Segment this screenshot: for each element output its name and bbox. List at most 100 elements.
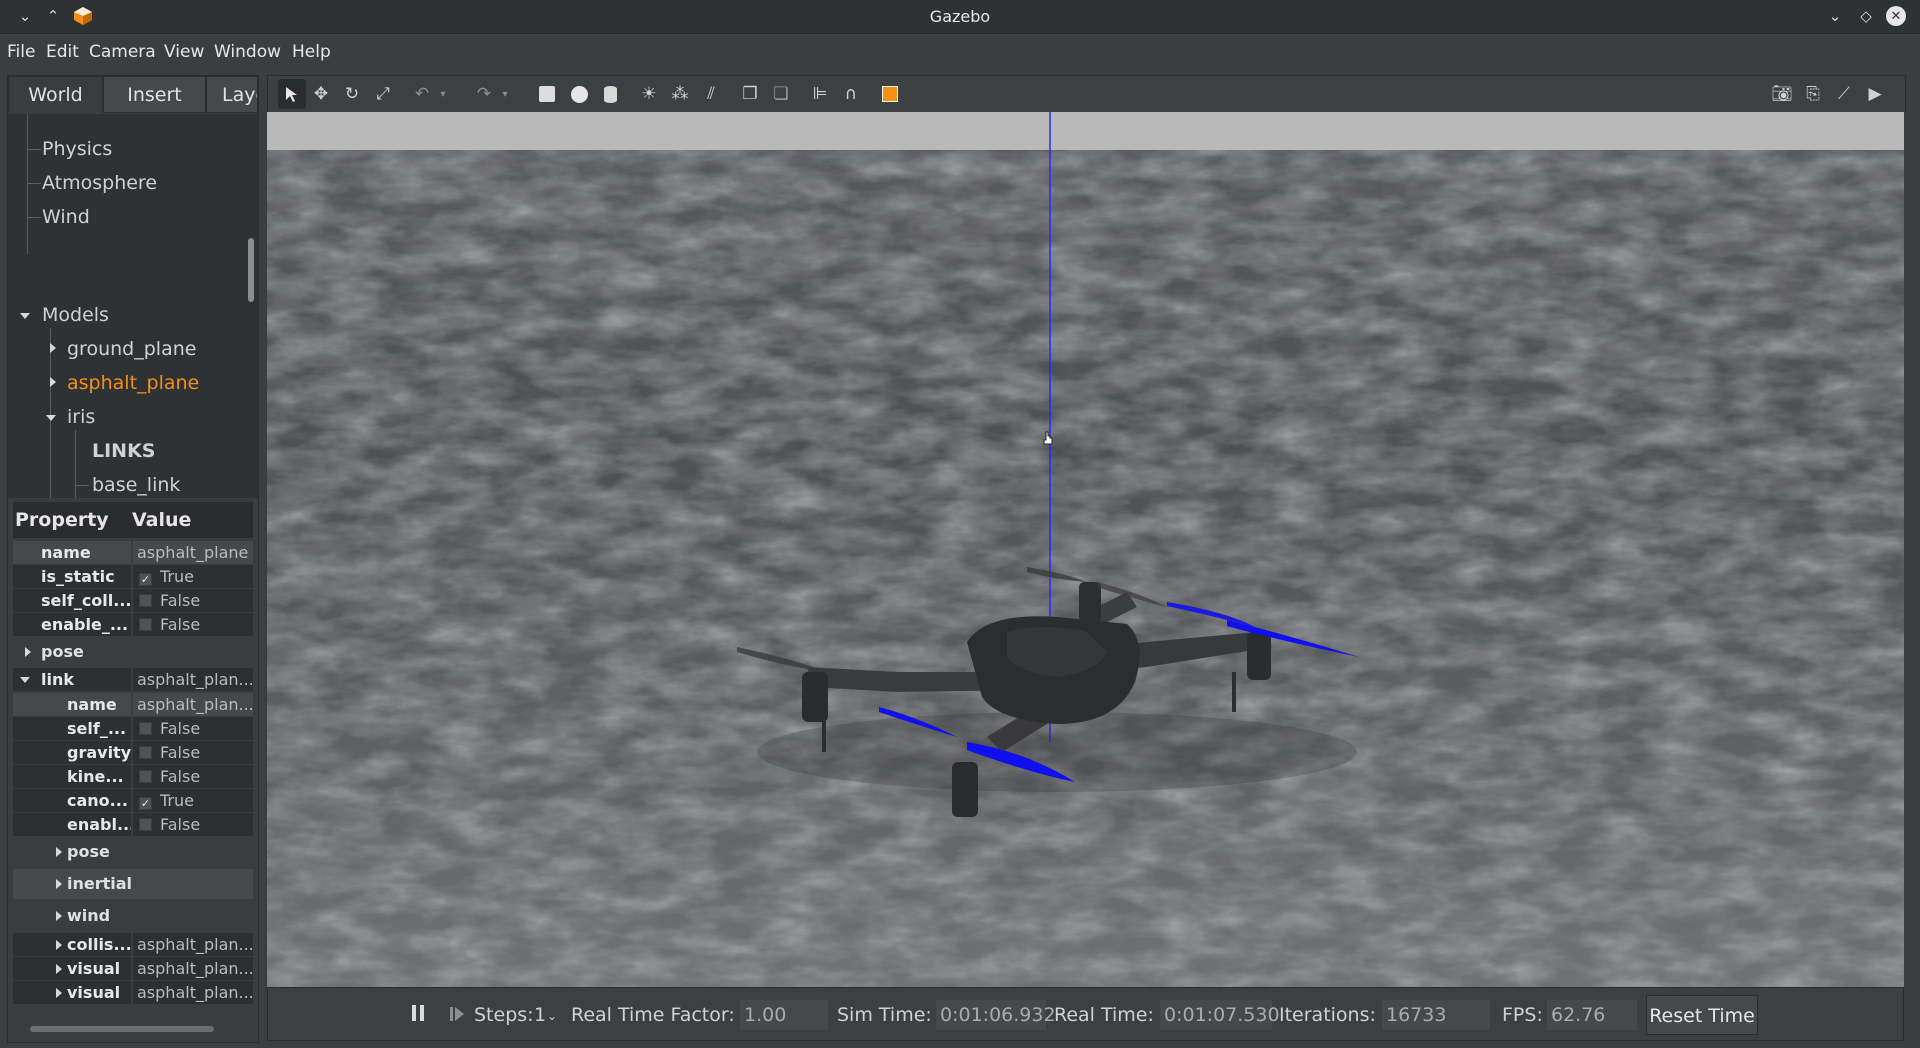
menu-edit[interactable]: Edit — [46, 42, 79, 62]
collapsed-arrow-icon[interactable] — [25, 647, 31, 657]
collapsed-arrow-icon[interactable] — [50, 377, 56, 387]
enable-wind-checkbox[interactable] — [139, 618, 152, 631]
time-panel: Steps: 1 ⌄ Real Time Factor: 1.00 Sim Ti… — [267, 987, 1904, 1041]
expanded-arrow-icon[interactable] — [20, 677, 30, 683]
undo-dropdown-icon[interactable]: ▾ — [432, 83, 454, 105]
link-section-pose[interactable]: pose — [13, 838, 253, 866]
tree-item-atmosphere[interactable]: Atmosphere — [42, 172, 157, 194]
step-icon[interactable] — [450, 1004, 466, 1026]
collapsed-arrow-icon[interactable] — [56, 847, 62, 857]
tab-insert[interactable]: Insert — [103, 76, 206, 113]
scale-mode-icon[interactable]: ⤢ — [372, 83, 394, 105]
tree-item-models[interactable]: Models — [42, 304, 109, 326]
link-row-collision: collis... asphalt_plan... — [13, 933, 253, 956]
reset-time-button[interactable]: Reset Time — [1646, 995, 1758, 1035]
tree-item-physics[interactable]: Physics — [42, 138, 112, 160]
collapsed-arrow-icon[interactable] — [56, 879, 62, 889]
tree-item-base-link[interactable]: base_link — [92, 474, 180, 496]
change-view-icon[interactable] — [879, 83, 901, 105]
title-bar: ⌄ ⌃ Gazebo ⌄ ◇ ✕ — [0, 0, 1920, 34]
window-title: Gazebo — [929, 7, 991, 26]
align-icon[interactable]: ⊫ — [809, 83, 831, 105]
tree-item-wind[interactable]: Wind — [42, 206, 90, 228]
copy-icon[interactable]: ❐ — [739, 83, 761, 105]
window-minimize-icon[interactable]: ⌄ — [1824, 5, 1846, 27]
header-value: Value — [132, 502, 253, 538]
translate-mode-icon[interactable]: ✥ — [310, 83, 332, 105]
iterations-label: Iterations: — [1279, 1004, 1376, 1026]
plot-icon[interactable]: ⟋ — [1833, 83, 1855, 105]
link-row-canonical: cano... ✓ True — [13, 789, 253, 812]
canonical-checkbox[interactable]: ✓ — [139, 797, 152, 810]
tree-item-asphalt-plane[interactable]: asphalt_plane — [67, 372, 199, 394]
sphere-shape-icon[interactable] — [568, 83, 590, 105]
self-collide-checkbox[interactable] — [139, 594, 152, 607]
collapsed-arrow-icon[interactable] — [56, 988, 62, 998]
panel-tabs: World Insert Laye — [8, 76, 258, 114]
redo-dropdown-icon[interactable]: ▾ — [494, 83, 516, 105]
link-section-wind[interactable]: wind — [13, 902, 253, 930]
gravity-checkbox[interactable] — [139, 746, 152, 759]
spot-light-icon[interactable]: ⁂ — [669, 83, 691, 105]
expanded-arrow-icon[interactable] — [46, 415, 56, 421]
rotate-mode-icon[interactable]: ↻ — [341, 83, 363, 105]
collapsed-arrow-icon[interactable] — [56, 940, 62, 950]
scene-viewport[interactable] — [267, 112, 1904, 987]
snap-icon[interactable]: ∩ — [840, 83, 862, 105]
expanded-arrow-icon[interactable] — [20, 313, 30, 319]
directional-light-icon[interactable]: ⫽ — [700, 83, 722, 105]
world-tree: Physics Atmosphere Wind Models ground_pl… — [8, 114, 258, 498]
rtf-value: 1.00 — [740, 1000, 828, 1030]
prop-row-is-static: is_static ✓ True — [13, 565, 253, 588]
collapsed-arrow-icon[interactable] — [56, 964, 62, 974]
sim-time-label: Sim Time: — [837, 1004, 932, 1026]
video-record-icon[interactable]: ▶ — [1864, 83, 1886, 105]
log-icon[interactable]: ⎘ — [1802, 83, 1824, 105]
tab-layers[interactable]: Laye — [206, 76, 258, 113]
redo-icon[interactable]: ↷ — [473, 83, 495, 105]
collapsed-arrow-icon[interactable] — [50, 343, 56, 353]
kinematic-checkbox[interactable] — [139, 770, 152, 783]
link-section-inertial[interactable]: inertial — [13, 869, 253, 899]
tree-line — [27, 183, 41, 184]
link-row-visual: visual asphalt_plan... — [13, 981, 253, 1004]
tree-item-ground-plane[interactable]: ground_plane — [67, 338, 196, 360]
menu-file[interactable]: File — [7, 42, 35, 62]
steps-value[interactable]: 1 — [534, 1004, 546, 1026]
menu-camera[interactable]: Camera — [89, 42, 156, 62]
menu-view[interactable]: View — [164, 42, 204, 62]
tree-line — [27, 217, 41, 218]
steps-dropdown-icon[interactable]: ⌄ — [547, 1009, 557, 1023]
real-time-label: Real Time: — [1054, 1004, 1154, 1026]
cylinder-shape-icon[interactable] — [599, 83, 621, 105]
box-shape-icon[interactable] — [536, 83, 558, 105]
select-mode-icon[interactable] — [278, 79, 306, 109]
menu-window[interactable]: Window — [214, 42, 281, 62]
undo-icon[interactable]: ↶ — [411, 83, 433, 105]
screenshot-icon[interactable]: 📷︎ — [1771, 83, 1793, 105]
tree-line — [75, 485, 89, 486]
is-static-checkbox[interactable]: ✓ — [139, 573, 152, 586]
left-panel: World Insert Laye Physics Atmosphere Win… — [7, 75, 259, 1043]
pause-icon[interactable] — [410, 1003, 426, 1025]
tab-world[interactable]: World — [8, 76, 103, 113]
prop-row-enable-wind: enable_... False — [13, 613, 253, 636]
tree-item-iris[interactable]: iris — [67, 406, 95, 428]
panel-horizontal-scrollbar[interactable] — [30, 1026, 214, 1032]
point-light-icon[interactable]: ☀ — [638, 83, 660, 105]
sim-time-value: 0:01:06.932 — [936, 1000, 1056, 1030]
window-maximize-icon[interactable]: ◇ — [1855, 5, 1877, 27]
collapsed-arrow-icon[interactable] — [56, 911, 62, 921]
window-close-icon[interactable]: ✕ — [1886, 6, 1906, 26]
fps-value: 62.76 — [1547, 1000, 1637, 1030]
link-self-collide-checkbox[interactable] — [139, 722, 152, 735]
menu-help[interactable]: Help — [292, 42, 331, 62]
paste-icon[interactable]: ❏ — [770, 83, 792, 105]
menu-bar: File Edit Camera View Window Help — [0, 34, 1920, 70]
asphalt-texture-dark — [267, 150, 1904, 987]
prop-section-pose[interactable]: pose — [13, 638, 253, 666]
fps-label: FPS: — [1502, 1004, 1543, 1026]
prop-row-self-collide: self_coll... False — [13, 589, 253, 612]
tree-scrollbar[interactable] — [248, 238, 254, 302]
link-enable-wind-checkbox[interactable] — [139, 818, 152, 831]
